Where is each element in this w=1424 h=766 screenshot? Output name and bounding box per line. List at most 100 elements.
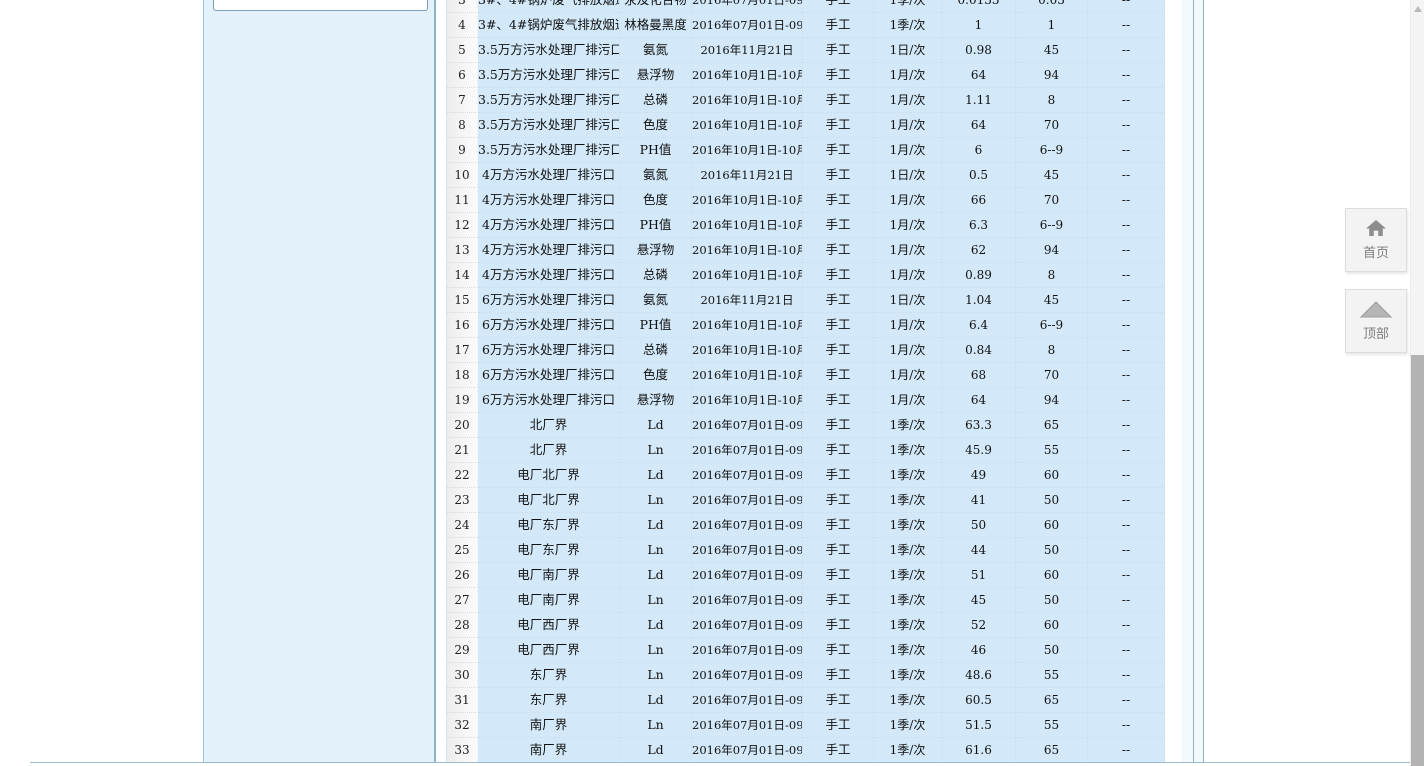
cell-row-number: 13	[447, 238, 478, 263]
cell-monitor-frequency: 1季/次	[874, 588, 942, 613]
back-to-top-button[interactable]: 顶部	[1345, 289, 1407, 353]
cell-monitor-point: 6万方污水处理厂排污口	[478, 388, 620, 413]
monitoring-table: 33#、4#锅炉废气排放烟道汞及化合物2016年07月01日-09手工1季/次0…	[446, 0, 1165, 763]
cell-standard-limit: 6--9	[1016, 213, 1088, 238]
cell-row-number: 14	[447, 263, 478, 288]
cell-monitor-date: 2016年10月1日-10月	[692, 213, 803, 238]
cell-standard-limit: 45	[1016, 38, 1088, 63]
cell-monitor-value: 46	[942, 638, 1016, 663]
cell-monitor-date: 2016年07月01日-09	[692, 688, 803, 713]
cell-standard-limit: 94	[1016, 63, 1088, 88]
page: 33#、4#锅炉废气排放烟道汞及化合物2016年07月01日-09手工1季/次0…	[0, 0, 1424, 766]
table-row: 186万方污水处理厂排污口色度2016年10月1日-10月手工1月/次6870-…	[447, 363, 1165, 388]
table-row: 134万方污水处理厂排污口悬浮物2016年10月1日-10月手工1月/次6294…	[447, 238, 1165, 263]
cell-remark: --	[1088, 638, 1165, 663]
cell-monitor-point: 3#、4#锅炉废气排放烟道	[478, 13, 620, 38]
cell-standard-limit: 70	[1016, 188, 1088, 213]
cell-monitor-point: 电厂南厂界	[478, 563, 620, 588]
cell-row-number: 10	[447, 163, 478, 188]
cell-row-number: 23	[447, 488, 478, 513]
cell-pollutant: PH值	[620, 213, 692, 238]
cell-pollutant: Ln	[620, 538, 692, 563]
cell-remark: --	[1088, 263, 1165, 288]
cell-row-number: 7	[447, 88, 478, 113]
cell-monitor-method: 手工	[803, 0, 874, 13]
table-row: 73.5万方污水处理厂排污口总磷2016年10月1日-10月手工1月/次1.11…	[447, 88, 1165, 113]
table-row: 93.5万方污水处理厂排污口PH值2016年10月1日-10月手工1月/次66-…	[447, 138, 1165, 163]
cell-monitor-frequency: 1季/次	[874, 438, 942, 463]
cell-monitor-value: 64	[942, 388, 1016, 413]
cell-monitor-method: 手工	[803, 613, 874, 638]
home-button-label: 首页	[1363, 242, 1389, 261]
cell-pollutant: PH值	[620, 138, 692, 163]
table-row: 33#、4#锅炉废气排放烟道汞及化合物2016年07月01日-09手工1季/次0…	[447, 0, 1165, 13]
cell-monitor-value: 51.5	[942, 713, 1016, 738]
cell-pollutant: 悬浮物	[620, 63, 692, 88]
cell-monitor-method: 手工	[803, 288, 874, 313]
cell-monitor-value: 1	[942, 13, 1016, 38]
cell-row-number: 11	[447, 188, 478, 213]
cell-row-number: 31	[447, 688, 478, 713]
top-button-label: 顶部	[1363, 323, 1389, 342]
cell-monitor-method: 手工	[803, 663, 874, 688]
table-row: 24电厂东厂界Ld2016年07月01日-09手工1季/次5060--	[447, 513, 1165, 538]
cell-monitor-date: 2016年07月01日-09	[692, 13, 803, 38]
cell-monitor-point: 3.5万方污水处理厂排污口	[478, 63, 620, 88]
cell-monitor-method: 手工	[803, 13, 874, 38]
cell-monitor-date: 2016年10月1日-10月	[692, 88, 803, 113]
vertical-scrollbar[interactable]	[1410, 0, 1424, 766]
cell-monitor-method: 手工	[803, 538, 874, 563]
container-border-outer	[1203, 0, 1204, 763]
cell-remark: --	[1088, 463, 1165, 488]
cell-standard-limit: 50	[1016, 638, 1088, 663]
cell-monitor-point: 北厂界	[478, 438, 620, 463]
cell-monitor-date: 2016年10月1日-10月	[692, 238, 803, 263]
cell-remark: --	[1088, 38, 1165, 63]
cell-monitor-date: 2016年11月21日	[692, 38, 803, 63]
triangle-up-icon	[1359, 300, 1393, 318]
cell-standard-limit: 6--9	[1016, 138, 1088, 163]
cell-monitor-method: 手工	[803, 38, 874, 63]
cell-remark: --	[1088, 613, 1165, 638]
cell-pollutant: Ld	[620, 738, 692, 763]
cell-row-number: 9	[447, 138, 478, 163]
cell-monitor-frequency: 1月/次	[874, 313, 942, 338]
cell-pollutant: 总磷	[620, 88, 692, 113]
cell-monitor-method: 手工	[803, 488, 874, 513]
cell-standard-limit: 70	[1016, 113, 1088, 138]
cell-remark: --	[1088, 363, 1165, 388]
cell-standard-limit: 65	[1016, 738, 1088, 763]
home-button[interactable]: 首页	[1345, 208, 1407, 272]
cell-monitor-value: 50	[942, 513, 1016, 538]
scrollbar-up-arrow-icon[interactable]	[1414, 6, 1422, 12]
table-row: 27电厂南厂界Ln2016年07月01日-09手工1季/次4550--	[447, 588, 1165, 613]
cell-monitor-point: 4万方污水处理厂排污口	[478, 213, 620, 238]
cell-monitor-date: 2016年07月01日-09	[692, 488, 803, 513]
cell-monitor-frequency: 1季/次	[874, 563, 942, 588]
cell-standard-limit: 65	[1016, 688, 1088, 713]
cell-pollutant: 汞及化合物	[620, 0, 692, 13]
cell-pollutant: 悬浮物	[620, 388, 692, 413]
home-icon	[1365, 219, 1387, 237]
cell-monitor-frequency: 1季/次	[874, 513, 942, 538]
cell-pollutant: Ln	[620, 588, 692, 613]
cell-monitor-frequency: 1月/次	[874, 113, 942, 138]
cell-standard-limit: 50	[1016, 488, 1088, 513]
table-row: 30东厂界Ln2016年07月01日-09手工1季/次48.655--	[447, 663, 1165, 688]
cell-monitor-method: 手工	[803, 188, 874, 213]
scrollbar-thumb[interactable]	[1411, 355, 1424, 766]
cell-row-number: 17	[447, 338, 478, 363]
cell-remark: --	[1088, 438, 1165, 463]
cell-monitor-date: 2016年07月01日-09	[692, 588, 803, 613]
cell-standard-limit: 94	[1016, 238, 1088, 263]
cell-row-number: 20	[447, 413, 478, 438]
cell-monitor-date: 2016年10月1日-10月	[692, 188, 803, 213]
table-row: 23电厂北厂界Ln2016年07月01日-09手工1季/次4150--	[447, 488, 1165, 513]
cell-monitor-point: 4万方污水处理厂排污口	[478, 188, 620, 213]
cell-monitor-method: 手工	[803, 163, 874, 188]
cell-remark: --	[1088, 63, 1165, 88]
cell-standard-limit: 0.03	[1016, 0, 1088, 13]
cell-row-number: 5	[447, 38, 478, 63]
cell-standard-limit: 6--9	[1016, 313, 1088, 338]
cell-monitor-frequency: 1季/次	[874, 538, 942, 563]
